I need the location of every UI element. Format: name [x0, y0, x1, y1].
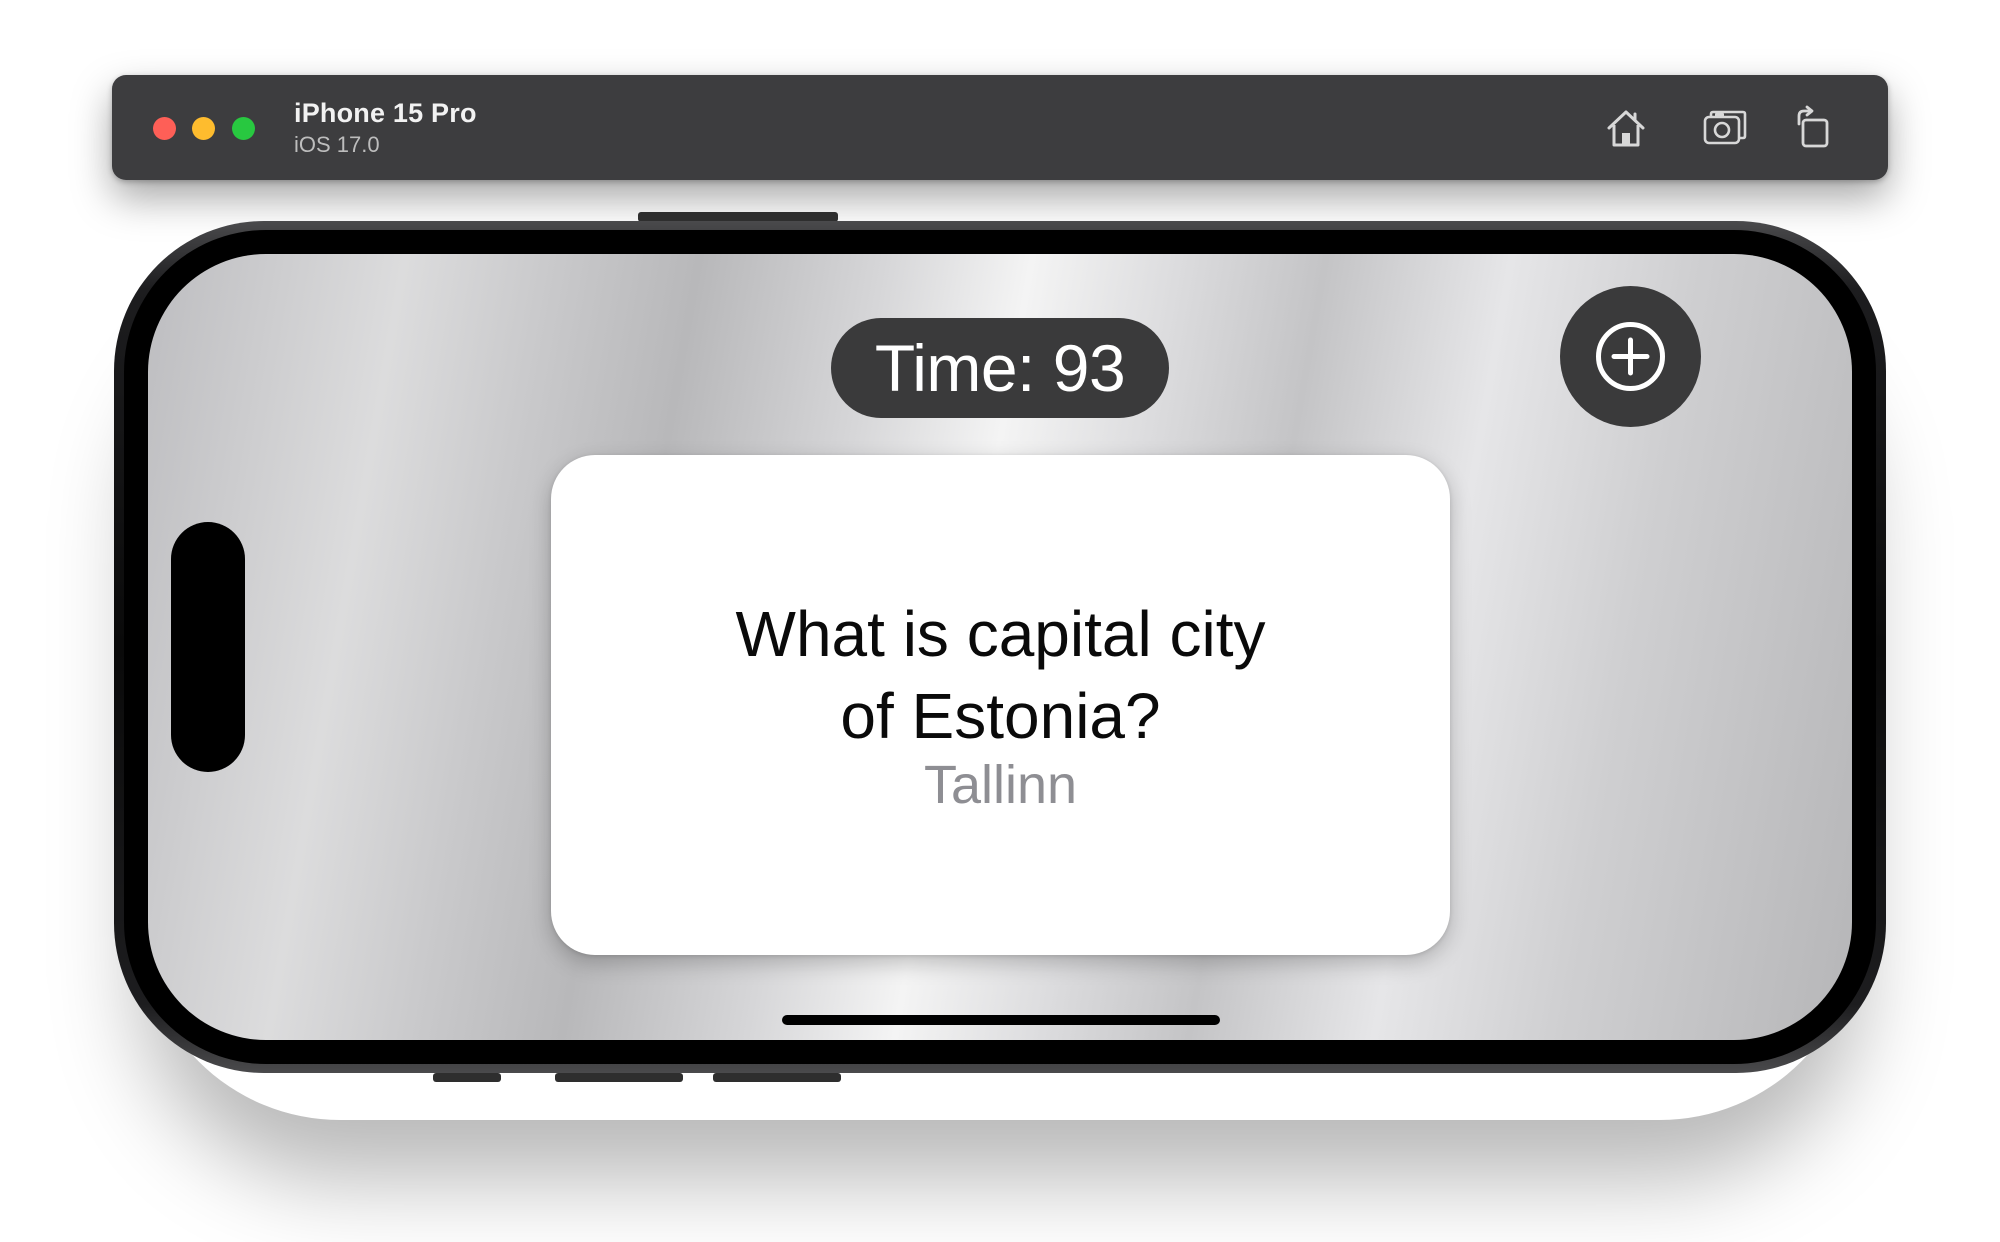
home-indicator[interactable]: [782, 1015, 1220, 1025]
screenshot-button[interactable]: [1701, 104, 1749, 152]
timer-label: Time: 93: [831, 318, 1169, 418]
home-icon: [1607, 110, 1645, 147]
volume-down-button: [713, 1073, 841, 1082]
add-card-button[interactable]: [1560, 286, 1701, 427]
simulator-window: iPhone 15 Pro iOS 17.0 Time: 93 What is …: [0, 0, 2000, 1242]
card-question-line: What is capital city: [735, 598, 1266, 670]
side-button: [433, 1073, 501, 1082]
device-os-version: iOS 17.0: [294, 132, 380, 157]
minimize-window-button[interactable]: [192, 117, 215, 140]
volume-up-button: [555, 1073, 683, 1082]
flash-card[interactable]: What is capital city of Estonia? Tallinn: [551, 455, 1450, 955]
home-button[interactable]: [1602, 104, 1650, 152]
rotate-button[interactable]: [1791, 104, 1839, 152]
card-question-line: of Estonia?: [840, 680, 1161, 752]
zoom-window-button[interactable]: [232, 117, 255, 140]
device-name: iPhone 15 Pro: [294, 98, 477, 128]
card-answer: Tallinn: [923, 755, 1078, 815]
rotate-icon: [1797, 105, 1829, 148]
screenshot-icon: [1703, 110, 1747, 145]
dynamic-island: [171, 522, 245, 772]
close-window-button[interactable]: [153, 117, 176, 140]
plus-circle-icon: [1596, 322, 1665, 391]
card-question: What is capital city of Estonia?: [551, 593, 1450, 757]
